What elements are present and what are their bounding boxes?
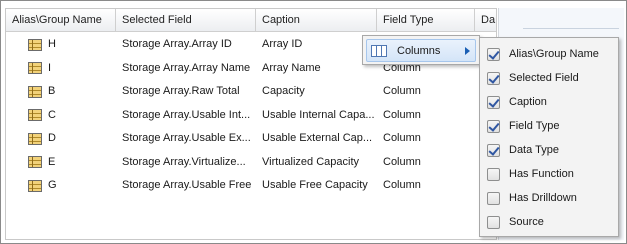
- column-toggle-label: Has Function: [509, 168, 574, 180]
- column-toggle-field-type[interactable]: Field Type: [480, 114, 618, 138]
- columns-icon: [371, 44, 387, 57]
- selected-field-cell: Storage Array.Array Name: [122, 61, 251, 74]
- column-toggle-label: Has Drilldown: [509, 192, 577, 204]
- table-row[interactable]: E Storage Array.Virtualize... Virtualize…: [6, 151, 496, 175]
- alias-cell: E: [48, 155, 56, 168]
- selected-field-cell: Storage Array.Usable Int...: [122, 108, 251, 121]
- alias-cell: I: [48, 61, 52, 74]
- selected-field-cell: Storage Array.Virtualize...: [122, 155, 246, 168]
- column-header-field-type[interactable]: Field Type: [377, 9, 475, 32]
- column-toggle-has-drilldown[interactable]: Has Drilldown: [480, 186, 618, 210]
- column-toggle-has-function[interactable]: Has Function: [480, 162, 618, 186]
- checkbox[interactable]: [487, 71, 500, 85]
- selected-field-cell: Storage Array.Array ID: [122, 38, 232, 50]
- table-row[interactable]: B Storage Array.Raw Total Capacity Colum…: [6, 80, 496, 104]
- chevron-right-icon: [465, 46, 470, 55]
- table-icon: [28, 132, 42, 145]
- selected-field-cell: Storage Array.Raw Total: [122, 85, 240, 97]
- column-header-caption[interactable]: Caption: [256, 9, 377, 32]
- caption-cell: Usable Internal Capa...: [262, 108, 375, 121]
- column-toggle-data-type[interactable]: Data Type: [480, 138, 618, 162]
- checkbox[interactable]: [487, 191, 500, 205]
- checkbox[interactable]: [487, 47, 500, 61]
- checkbox[interactable]: [487, 167, 500, 181]
- table-icon: [28, 109, 42, 122]
- field-type-cell: Column: [383, 132, 421, 144]
- table-icon: [28, 85, 42, 98]
- alias-cell: C: [48, 108, 56, 121]
- column-toggle-label: Source: [509, 216, 544, 228]
- table-icon: [28, 156, 42, 169]
- checkbox[interactable]: [487, 119, 500, 133]
- alias-cell: B: [48, 85, 56, 97]
- column-header-alias[interactable]: Alias\Group Name: [6, 9, 116, 32]
- column-toggle-label: Data Type: [509, 144, 559, 156]
- columns-submenu: Alias\Group Name Selected Field Caption …: [479, 37, 619, 237]
- columns-menu-label: Columns: [397, 44, 441, 57]
- field-type-cell: Column: [383, 85, 421, 97]
- context-menu: Columns: [362, 35, 480, 65]
- column-toggle-label: Alias\Group Name: [509, 48, 599, 60]
- alias-cell: G: [48, 179, 57, 191]
- caption-cell: Array Name: [262, 61, 321, 74]
- table-icon: [28, 179, 42, 192]
- grid-header: Alias\Group Name Selected Field Caption …: [6, 9, 496, 32]
- column-toggle-caption[interactable]: Caption: [480, 90, 618, 114]
- caption-cell: Virtualized Capacity: [262, 155, 360, 168]
- field-type-cell: Column: [383, 179, 421, 191]
- dialog-window: Alias\Group Name Selected Field Caption …: [0, 0, 627, 244]
- alias-cell: D: [48, 132, 56, 144]
- caption-cell: Usable Free Capacity: [262, 179, 368, 191]
- selected-field-cell: Storage Array.Usable Free: [122, 179, 252, 191]
- column-toggle-label: Field Type: [509, 120, 560, 132]
- table-row[interactable]: D Storage Array.Usable Ex... Usable Exte…: [6, 127, 496, 151]
- column-header-data-type[interactable]: Da: [475, 9, 496, 32]
- column-toggle-source[interactable]: Source: [480, 210, 618, 234]
- checkbox[interactable]: [487, 215, 500, 229]
- field-type-cell: Column: [383, 108, 421, 121]
- checkbox[interactable]: [487, 143, 500, 157]
- alias-cell: H: [48, 38, 56, 50]
- column-toggle-label: Selected Field: [509, 72, 579, 84]
- table-row[interactable]: C Storage Array.Usable Int... Usable Int…: [6, 104, 496, 128]
- table-icon: [28, 62, 42, 75]
- column-toggle-selected-field[interactable]: Selected Field: [480, 66, 618, 90]
- background-line: [523, 28, 619, 29]
- table-row[interactable]: G Storage Array.Usable Free Usable Free …: [6, 174, 496, 198]
- caption-cell: Array ID: [262, 38, 303, 50]
- caption-cell: Usable External Cap...: [262, 132, 373, 144]
- columns-menu-item[interactable]: Columns: [366, 39, 476, 62]
- selected-field-cell: Storage Array.Usable Ex...: [122, 132, 251, 144]
- column-toggle-label: Caption: [509, 96, 547, 108]
- column-header-selected-field[interactable]: Selected Field: [116, 9, 256, 32]
- checkbox[interactable]: [487, 95, 500, 109]
- caption-cell: Capacity: [262, 85, 305, 97]
- table-icon: [28, 38, 42, 51]
- column-toggle-alias[interactable]: Alias\Group Name: [480, 42, 618, 66]
- field-type-cell: Column: [383, 155, 421, 168]
